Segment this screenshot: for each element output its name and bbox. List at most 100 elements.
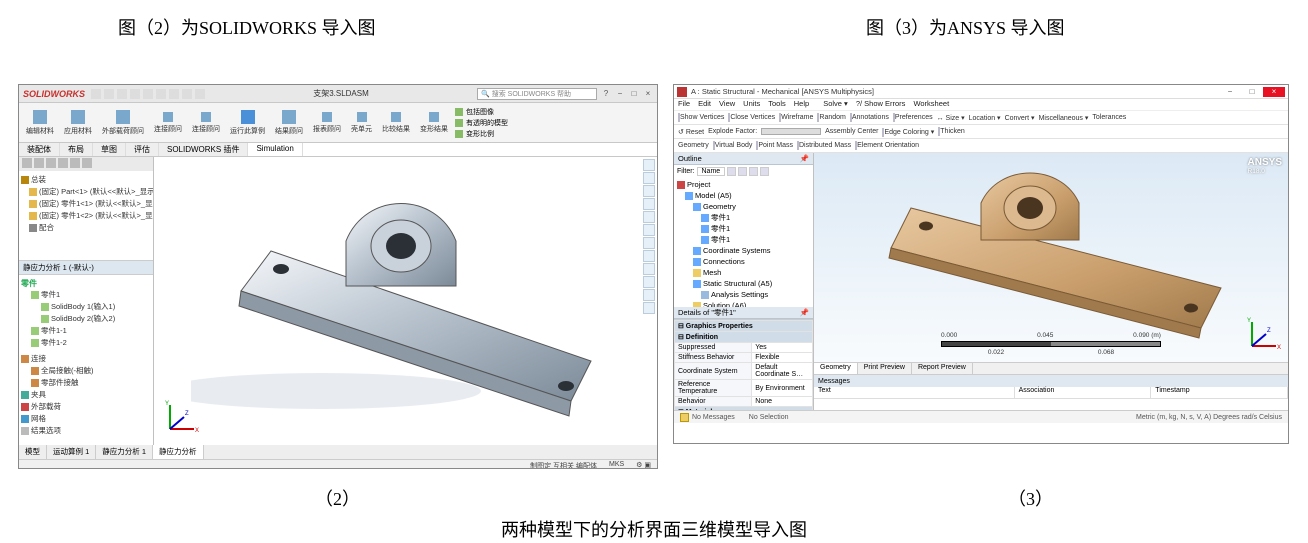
ribbon-btn-edit-material[interactable]: 编辑材料 [23,108,57,138]
tb-point-mass[interactable]: Point Mass [756,142,793,149]
tb-geometry[interactable]: Geometry [678,142,709,149]
tb-show-vertices[interactable]: Show Vertices [678,114,724,121]
status-icons[interactable]: ⚙ ▣ [636,461,651,469]
close-icon[interactable]: × [1263,87,1285,97]
outline-node[interactable]: 零件1 [677,223,810,234]
ribbon-btn-connections1[interactable]: 连接顾问 [151,110,185,136]
vp-tab-print[interactable]: Print Preview [858,363,912,374]
ribbon-btn-results[interactable]: 结果顾问 [272,108,306,138]
filter-value[interactable]: Name [697,167,726,176]
study-item[interactable]: 零件1-1 [41,326,67,335]
outline-node[interactable]: 零件1 [677,234,810,245]
tree-item[interactable]: (固定) 零件1<2> (默认<<默认>_显示状态 1) [39,211,153,220]
outline-node[interactable]: Solution (A6) [677,300,810,307]
minimize-icon[interactable]: − [1219,87,1241,97]
study-item[interactable]: SolidBody 1(输入1) [51,302,115,311]
study-extra[interactable]: 结果选项 [31,426,61,435]
details-row[interactable]: BehaviorNone [675,397,813,407]
ribbon-check3[interactable]: 变形比例 [455,129,508,139]
study-extra[interactable]: 外部载荷 [31,402,61,411]
tb-close-vertices[interactable]: Close Vertices [728,114,775,121]
an-tb1-solve[interactable]: Solve ▾ [823,99,848,110]
content-tab-study[interactable]: 静应力分析 [153,445,204,459]
tree-item[interactable]: 配合 [39,223,54,232]
menu-tools[interactable]: Tools [768,99,786,110]
outline-node[interactable]: Mesh [677,267,810,278]
menu-units[interactable]: Units [743,99,760,110]
study-extra[interactable]: 全局接触(-相触) [41,366,94,375]
study-root[interactable]: 零件 [21,279,37,288]
sw-search-input[interactable]: 🔍 搜索 SOLIDWORKS 帮助 [477,88,597,100]
ribbon-btn-run[interactable]: 运行此算例 [227,108,268,138]
tb-location[interactable]: Location ▾ [969,114,1001,122]
tab-assembly[interactable]: 装配体 [19,143,60,156]
tb-convert[interactable]: Convert ▾ [1005,114,1035,122]
vp-tab-geometry[interactable]: Geometry [814,363,858,374]
tb-random[interactable]: Random [817,114,845,121]
minimize-icon[interactable]: − [615,89,625,99]
tab-layout[interactable]: 布局 [60,143,93,156]
tb-misc[interactable]: Miscellaneous ▾ [1039,114,1089,122]
details-row[interactable]: ⊟ Graphics Properties [675,321,813,332]
details-panel[interactable]: ⊟ Graphics Properties⊟ DefinitionSuppres… [674,319,813,410]
tb-annotations[interactable]: Annotations [850,114,889,121]
ribbon-btn-report[interactable]: 报表顾问 [310,110,344,136]
details-row[interactable]: ⊟ Material [675,407,813,411]
close-icon[interactable]: × [643,89,653,99]
study-extra[interactable]: 零部件接触 [41,378,79,387]
sw-viewport-toolbar[interactable] [643,159,655,314]
outline-node[interactable]: Connections [677,256,810,267]
maximize-icon[interactable]: □ [629,89,639,99]
tab-sketch[interactable]: 草图 [93,143,126,156]
study-extra[interactable]: 连接 [31,354,46,363]
an-viewport[interactable]: ANSYS R18.0 0.0000.0450.090 (m) 0.0220.0… [814,153,1288,362]
sw-design-tree-tabs[interactable] [19,157,153,171]
tree-item[interactable]: (固定) 零件1<1> (默认<<默认>_显示状态 1) [39,199,153,208]
ribbon-btn-apply-material[interactable]: 应用材料 [61,108,95,138]
details-row[interactable]: ⊟ Definition [675,332,813,343]
content-tab-motion[interactable]: 运动算例 1 [47,445,96,459]
outline-project[interactable]: Project [687,180,710,189]
tb-size[interactable]: ↔ Size ▾ [937,114,965,122]
outline-node[interactable]: 零件1 [677,212,810,223]
study-item[interactable]: 零件1-2 [41,338,67,347]
tab-addins[interactable]: SOLIDWORKS 插件 [159,143,248,156]
ribbon-btn-connections2[interactable]: 连接顾问 [189,110,223,136]
details-row[interactable]: Stiffness BehaviorFlexible [675,353,813,363]
tb-tolerances[interactable]: Tolerances [1092,114,1126,121]
tb-preferences[interactable]: Preferences [893,114,933,121]
filter-btn[interactable] [749,167,758,176]
ribbon-check2[interactable]: 有透明的模型 [455,118,508,128]
tree-root[interactable]: 总装 [31,175,46,184]
an-tb1-ws[interactable]: Worksheet [913,99,949,110]
tb-explode-slider[interactable] [761,128,821,135]
filter-btn[interactable] [727,167,736,176]
filter-btn[interactable] [760,167,769,176]
tab-evaluate[interactable]: 评估 [126,143,159,156]
outline-tree[interactable]: Project Model (A5) Geometry零件1零件1零件1Coor… [674,177,813,307]
tb-edge-coloring[interactable]: Edge Coloring ▾ [882,128,934,136]
menu-file[interactable]: File [678,99,690,110]
outline-model[interactable]: Model (A5) [695,191,732,200]
tb-thicken[interactable]: Thicken [938,128,965,135]
outline-node[interactable]: Coordinate Systems [677,245,810,256]
help-icon[interactable]: ? [601,89,611,99]
study-item[interactable]: SolidBody 2(输入2) [51,314,115,323]
tb-virtual-body[interactable]: Virtual Body [713,142,753,149]
ribbon-check1[interactable]: 包括图像 [455,107,508,117]
tb-elem-orient[interactable]: Element Orientation [855,142,919,149]
tb-asm-center[interactable]: Assembly Center [825,128,878,135]
maximize-icon[interactable]: □ [1241,87,1263,97]
tab-simulation[interactable]: Simulation [248,143,302,156]
menu-view[interactable]: View [719,99,735,110]
sw-study-tree[interactable]: 零件 零件1 SolidBody 1(输入1) SolidBody 2(输入2)… [19,275,153,445]
pin-icon[interactable]: 📌 [800,154,809,163]
content-tab-model[interactable]: 模型 [19,445,47,459]
study-extra[interactable]: 夹具 [31,390,46,399]
sw-feature-tree[interactable]: 总装 (固定) Part<1> (默认<<默认>_显示状态 1>) (固定) 零… [19,171,153,261]
menu-edit[interactable]: Edit [698,99,711,110]
ribbon-btn-compare[interactable]: 比较结果 [379,110,413,136]
filter-btn[interactable] [738,167,747,176]
sw-quick-access[interactable] [91,89,205,99]
an-tb1-errors[interactable]: ?/ Show Errors [856,99,906,110]
